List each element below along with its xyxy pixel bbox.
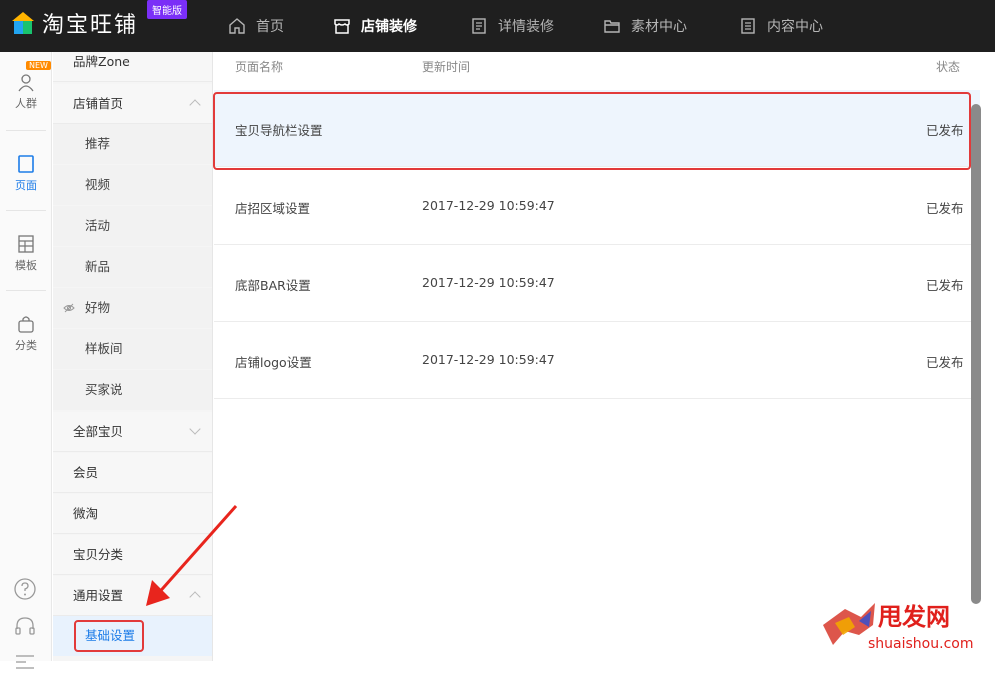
rail-item-page[interactable]: 页面 [0,154,52,193]
sidebar-item-label: 店铺首页 [73,96,124,111]
chevron-down-icon [189,423,201,435]
table-row[interactable]: 店铺logo设置 2017-12-29 10:59:47 已发布 [214,322,980,399]
sidebar-item-good-things[interactable]: 好物 [53,288,212,328]
watermark-url: shuaishou.com [868,636,974,652]
sidebar-item-label: 买家说 [85,382,123,397]
nav-material-center-label: 素材中心 [631,19,687,35]
nav-content-center[interactable]: 内容中心 [739,0,823,52]
nav-detail-decoration-label: 详情装修 [498,19,554,35]
logo-icon [12,12,34,34]
user-icon [18,74,34,92]
sidebar-item-label: 样板间 [85,341,123,356]
nav-store-decoration-label: 店铺装修 [361,19,417,35]
row-page-name: 店招区域设置 [235,201,311,216]
sidebar-item-all-products[interactable]: 全部宝贝 [53,412,212,452]
sidebar-item-members[interactable]: 会员 [53,453,212,493]
row-update-time: 2017-12-29 10:59:47 [422,275,555,290]
rail-divider [6,290,46,291]
page-icon [18,155,34,173]
rail-item-category[interactable]: 分类 [0,314,52,353]
highlight-box-basic-settings [74,620,144,652]
sidebar-item-recommend[interactable]: 推荐 [53,124,212,164]
list-icon [741,18,755,34]
bag-icon [18,316,34,333]
edition-badge: 智能版 [147,0,187,19]
sidebar-item-buyer-reviews[interactable]: 买家说 [53,370,212,410]
logo[interactable]: 淘宝旺铺 [12,8,138,38]
row-status: 已发布 [926,278,964,293]
rail-item-crowd-label: 人群 [15,97,37,110]
watermark-text: 甩发网 [878,602,950,631]
sidebar-item-label: 宝贝分类 [73,547,124,562]
row-status: 已发布 [926,201,964,216]
template-icon [18,235,34,253]
nav-content-center-label: 内容中心 [767,19,823,35]
rail-divider [6,130,46,131]
headset-icon[interactable] [12,614,38,640]
table-row[interactable]: 底部BAR设置 2017-12-29 10:59:47 已发布 [214,245,980,322]
new-badge: NEW [26,61,51,70]
table-row[interactable]: 店招区域设置 2017-12-29 10:59:47 已发布 [214,168,980,245]
sidebar-item-video[interactable]: 视频 [53,165,212,205]
eye-hidden-icon[interactable] [63,302,75,314]
scrollbar[interactable] [971,104,981,604]
folder-icon [604,20,620,33]
sidebar-item-showroom[interactable]: 样板间 [53,329,212,369]
store-icon [334,19,350,34]
rail-item-template-label: 模板 [15,259,37,272]
rail-item-page-label: 页面 [15,179,37,192]
rail-item-template[interactable]: 模板 [0,234,52,273]
rail-item-category-label: 分类 [15,339,37,352]
table-header: 页面名称 更新时间 状态 [214,52,980,88]
annotation-arrow [146,505,238,606]
collapse-icon[interactable] [12,650,38,676]
row-status: 已发布 [926,355,964,370]
sidebar-item-label: 微淘 [73,506,99,521]
icon-rail: NEW 人群 页面 模板 分类 [0,52,52,669]
home-icon [229,18,245,34]
sidebar-item-label: 会员 [73,465,99,480]
nav-store-decoration[interactable]: 店铺装修 [333,0,417,52]
sidebar-item-label: 品牌Zone [73,54,130,69]
highlight-box-first-row [213,92,971,170]
row-page-name: 底部BAR设置 [235,278,311,293]
column-header-status: 状态 [936,60,961,74]
rail-item-crowd[interactable]: 人群 [0,72,52,111]
sidebar-item-label: 视频 [85,177,111,192]
logo-text: 淘宝旺铺 [42,13,139,38]
sidebar-item-label: 推荐 [85,136,111,151]
help-icon[interactable] [12,576,38,602]
sidebar-item-label: 通用设置 [73,588,124,603]
row-page-name: 店铺logo设置 [235,355,312,370]
sidebar-item-new-products[interactable]: 新品 [53,247,212,287]
sidebar-item-activity[interactable]: 活动 [53,206,212,246]
row-update-time: 2017-12-29 10:59:47 [422,352,555,367]
sidebar-item-label: 新品 [85,259,111,274]
sidebar-item-label: 活动 [85,218,111,233]
nav-home-label: 首页 [256,19,284,35]
sidebar-item-store-home[interactable]: 店铺首页 [53,84,212,124]
column-header-name: 页面名称 [235,60,284,74]
nav-material-center[interactable]: 素材中心 [603,0,687,52]
sidebar-item-label: 好物 [85,300,111,315]
top-navigation-bar: 淘宝旺铺 智能版 首页 店铺装修 详情装修 素材中心 内容中心 [0,0,995,52]
column-header-time: 更新时间 [422,60,471,74]
sidebar-item-brand-zone[interactable]: 品牌Zone [53,52,212,82]
nav-detail-decoration[interactable]: 详情装修 [470,0,554,52]
nav-home[interactable]: 首页 [228,0,284,52]
sidebar-item-label: 全部宝贝 [73,424,124,439]
rail-divider [6,210,46,211]
chevron-up-icon [189,99,201,111]
document-icon [472,18,486,34]
row-update-time: 2017-12-29 10:59:47 [422,198,555,213]
